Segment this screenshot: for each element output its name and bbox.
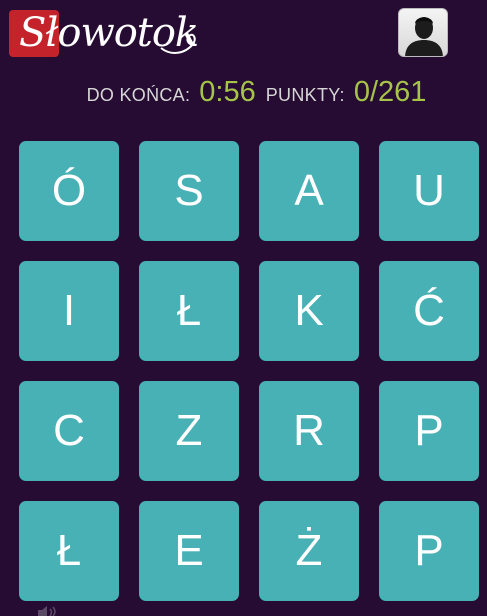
- letter-tile[interactable]: P: [379, 381, 479, 481]
- user-silhouette-icon: [405, 17, 443, 56]
- letter-tile[interactable]: K: [259, 261, 359, 361]
- letter-tile[interactable]: Z: [139, 381, 239, 481]
- letter-tile[interactable]: E: [139, 501, 239, 601]
- speaker-icon[interactable]: [36, 606, 60, 616]
- letter-tile[interactable]: R: [259, 381, 359, 481]
- letter-tile[interactable]: Ł: [139, 261, 239, 361]
- app-logo[interactable]: Słowotok: [9, 8, 199, 58]
- time-remaining: 0:56: [199, 76, 256, 108]
- letter-tile[interactable]: Ż: [259, 501, 359, 601]
- letter-tile[interactable]: S: [139, 141, 239, 241]
- letter-tile[interactable]: Ó: [19, 141, 119, 241]
- letter-tile[interactable]: C: [19, 381, 119, 481]
- user-avatar-button[interactable]: [398, 8, 448, 57]
- points-label: PUNKTY:: [265, 85, 345, 105]
- game-screen: Słowotok DO KOŃCA: 0:56 PUNKTY: 0/261 Ó …: [0, 0, 487, 616]
- logo-swash: [160, 33, 196, 54]
- letter-tile[interactable]: Ł: [19, 501, 119, 601]
- letter-tile[interactable]: P: [379, 501, 479, 601]
- letter-tile[interactable]: U: [379, 141, 479, 241]
- time-label: DO KOŃCA:: [86, 85, 191, 105]
- points-value: 0/261: [353, 76, 427, 108]
- letter-tile[interactable]: I: [19, 261, 119, 361]
- letter-tile[interactable]: A: [259, 141, 359, 241]
- letter-grid: Ó S A U I Ł K Ć C Z R P Ł E Ż P: [19, 141, 479, 601]
- letter-tile[interactable]: Ć: [379, 261, 479, 361]
- game-status: DO KOŃCA: 0:56 PUNKTY: 0/261: [0, 76, 487, 109]
